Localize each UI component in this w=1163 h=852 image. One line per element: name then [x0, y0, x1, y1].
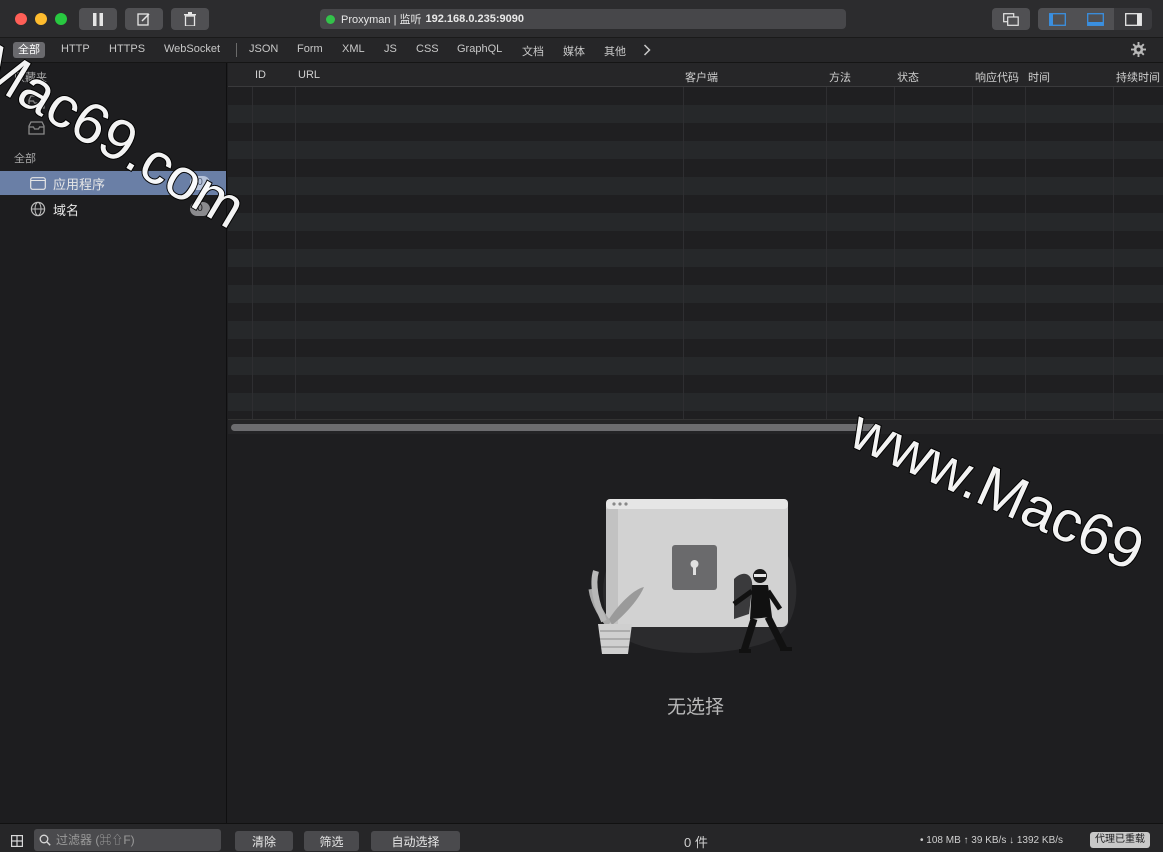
title-bar: Proxyman | 监听 192.168.0.235:9090	[0, 0, 1163, 38]
table-header: ID URL 客户端 方法 状态 响应代码 时间 持续时间	[228, 63, 1163, 87]
tab-graphql[interactable]: GraphQL	[457, 43, 502, 55]
column-duration[interactable]: 持续时间	[1116, 69, 1160, 85]
column-divider	[1113, 87, 1114, 419]
traffic-stats: • 108 MB ↑ 39 KB/s ↓ 1392 KB/s	[920, 835, 1064, 846]
filter-input[interactable]	[56, 833, 216, 847]
filter-button[interactable]: 筛选	[304, 831, 359, 851]
content-filter-tabs: 全部 HTTP HTTPS WebSocket JSON Form XML JS…	[0, 38, 1163, 63]
compose-icon	[137, 13, 150, 26]
table-row-stripe	[228, 357, 1163, 375]
tab-separator	[236, 43, 237, 57]
status-dot-icon	[326, 14, 335, 24]
bottom-bar: 清除 筛选 自动选择 0 件 • 108 MB ↑ 39 KB/s ↓ 1392…	[0, 823, 1163, 852]
tab-form[interactable]: Form	[297, 43, 323, 55]
tab-json[interactable]: JSON	[249, 43, 278, 55]
left-panel-icon	[1048, 12, 1066, 26]
scrollbar-thumb[interactable]	[231, 424, 876, 431]
column-divider	[295, 87, 296, 419]
column-url[interactable]: URL	[298, 69, 320, 81]
minimize-window-button[interactable]	[35, 13, 47, 25]
column-status[interactable]: 状态	[897, 69, 919, 85]
search-icon	[39, 834, 51, 846]
close-window-button[interactable]	[15, 13, 27, 25]
globe-icon	[30, 201, 46, 217]
chevron-right-icon[interactable]	[643, 44, 651, 56]
table-row-stripe	[228, 177, 1163, 195]
table-row-stripe	[228, 285, 1163, 303]
toggle-right-panel-button[interactable]	[1114, 8, 1152, 30]
table-row-stripe	[228, 321, 1163, 339]
empty-state-illustration-icon	[588, 498, 797, 654]
compose-button[interactable]	[125, 8, 163, 30]
column-divider	[683, 87, 684, 419]
proxy-status-badge: 代理已重载	[1090, 832, 1150, 848]
delete-button[interactable]	[171, 8, 209, 30]
proxy-address-bar: Proxyman | 监听 192.168.0.235:9090	[320, 9, 846, 29]
toggle-sidebar-button[interactable]	[1038, 8, 1076, 30]
new-window-button[interactable]	[992, 8, 1030, 30]
gear-icon[interactable]	[1131, 42, 1146, 57]
windows-icon	[1003, 12, 1019, 26]
table-row-stripe	[228, 249, 1163, 267]
app-window-icon	[30, 176, 46, 190]
column-divider	[894, 87, 895, 419]
tab-css[interactable]: CSS	[416, 43, 439, 55]
tab-media[interactable]: 媒体	[563, 43, 585, 59]
tab-https[interactable]: HTTPS	[109, 43, 145, 55]
column-divider	[1025, 87, 1026, 419]
column-divider	[826, 87, 827, 419]
app-name: Proxyman | 监听	[341, 14, 422, 26]
tab-websocket[interactable]: WebSocket	[164, 43, 220, 55]
column-time[interactable]: 时间	[1028, 69, 1050, 85]
tab-other[interactable]: 其他	[604, 43, 626, 59]
column-id[interactable]: ID	[255, 69, 266, 81]
auto-select-button[interactable]: 自动选择	[371, 831, 460, 851]
pause-icon	[93, 12, 103, 26]
column-divider	[972, 87, 973, 419]
table-row-stripe	[228, 393, 1163, 411]
all-header: 全部	[14, 153, 36, 165]
horizontal-scrollbar[interactable]	[228, 419, 1163, 434]
tab-xml[interactable]: XML	[342, 43, 365, 55]
column-client[interactable]: 客户端	[685, 69, 718, 85]
add-grid-icon[interactable]	[11, 835, 23, 847]
bottom-panel-icon	[1086, 12, 1104, 26]
sidebar-item-label: 应用程序	[53, 176, 106, 192]
table-row-stripe	[228, 213, 1163, 231]
toggle-bottom-panel-button[interactable]	[1076, 8, 1114, 30]
zoom-window-button[interactable]	[55, 13, 67, 25]
clear-button[interactable]: 清除	[235, 831, 293, 851]
table-row-stripe	[228, 141, 1163, 159]
filter-search-box[interactable]	[34, 829, 221, 851]
column-response-code[interactable]: 响应代码	[975, 69, 1019, 85]
request-table: ID URL 客户端 方法 状态 响应代码 时间 持续时间	[228, 63, 1163, 419]
layout-segmented-control	[1038, 8, 1152, 30]
table-row-stripe	[228, 105, 1163, 123]
sidebar-item-label: 域名	[53, 202, 80, 218]
tab-js[interactable]: JS	[384, 43, 397, 55]
trash-icon	[184, 12, 196, 26]
tab-http[interactable]: HTTP	[61, 43, 90, 55]
column-method[interactable]: 方法	[829, 69, 851, 85]
empty-state-label: 无选择	[666, 697, 724, 718]
proxy-host: 192.168.0.235:9090	[425, 13, 524, 25]
request-count: 0 件	[684, 835, 708, 850]
right-panel-icon	[1124, 12, 1142, 26]
pause-button[interactable]	[79, 8, 117, 30]
tab-documents[interactable]: 文档	[522, 43, 544, 59]
column-divider	[252, 87, 253, 419]
